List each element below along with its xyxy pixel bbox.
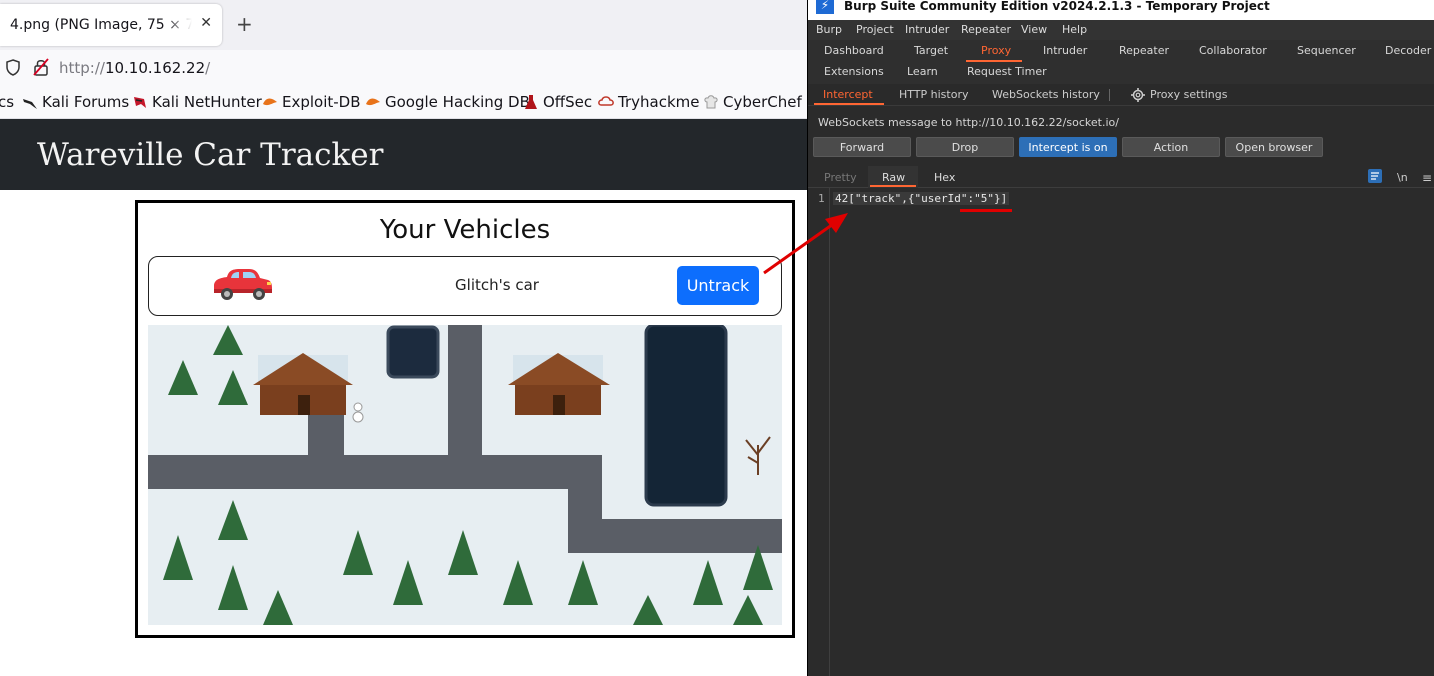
bookmark-label: Exploit-DB [282, 93, 361, 111]
editor-menu-icon[interactable]: ≡ [1422, 171, 1432, 185]
proxy-sub-tabs: Intercept HTTP history WebSockets histor… [808, 84, 1434, 106]
bookmark-tryhackme[interactable]: Tryhackme [598, 93, 699, 111]
bookmark-label: CyberChef [723, 93, 802, 111]
burp-title-bar: ⚡ Burp Suite Community Edition v2024.2.1… [808, 0, 1434, 20]
tab-proxy[interactable]: Proxy [981, 44, 1011, 57]
line-number: 1 [818, 192, 825, 205]
bookmark-label: cs [0, 93, 15, 111]
subtab-proxy-settings[interactable]: Proxy settings [1150, 88, 1228, 101]
ghdb-icon [366, 98, 380, 106]
offsec-icon [525, 95, 537, 109]
editor-tab-raw[interactable]: Raw [882, 171, 905, 184]
websocket-payload[interactable]: 42["track",{"userId":"5"}] [833, 192, 1010, 205]
intercept-underline [814, 103, 884, 105]
menu-burp[interactable]: Burp [816, 23, 842, 36]
vehicle-row: Glitch's car Untrack [148, 256, 782, 316]
url-host: 10.10.162.22 [104, 59, 206, 77]
burp-menu-bar: Burp Project Intruder Repeater View Help [808, 20, 1434, 40]
menu-repeater[interactable]: Repeater [961, 23, 1011, 36]
burp-main-tabs: Dashboard Target Proxy Intruder Repeater… [808, 40, 1434, 84]
new-tab-button[interactable]: + [236, 12, 253, 36]
bookmark-kali-forums[interactable]: Kali Forums [22, 93, 129, 111]
shield-icon[interactable] [6, 59, 20, 76]
tab-collaborator[interactable]: Collaborator [1199, 44, 1267, 57]
burp-window-title: Burp Suite Community Edition v2024.2.1.3… [844, 0, 1270, 13]
forward-button[interactable]: Forward [813, 137, 911, 157]
tab-learn[interactable]: Learn [907, 65, 938, 78]
bookmark-label: Kali NetHunter [152, 93, 262, 111]
tab-dashboard[interactable]: Dashboard [824, 44, 884, 57]
show-newlines-icon[interactable]: \n [1397, 171, 1408, 184]
open-browser-button[interactable]: Open browser [1225, 137, 1323, 157]
screenshot-root: 4.png (PNG Image, 75 × 75 pixels) ✕ + ht… [0, 0, 1434, 676]
bookmark-label: Kali Forums [42, 93, 130, 111]
address-bar[interactable]: http://10.10.162.22/ [0, 50, 808, 86]
subtab-separator [1109, 89, 1110, 101]
cyberchef-icon [704, 95, 718, 109]
vehicles-heading: Your Vehicles [379, 215, 551, 245]
bookmark-label: Tryhackme [618, 93, 700, 111]
menu-project[interactable]: Project [856, 23, 894, 36]
insecure-lock-icon[interactable] [33, 58, 49, 76]
tab-strip: 4.png (PNG Image, 75 × 75 pixels) ✕ + [0, 0, 808, 50]
app-title: Wareville Car Tracker [37, 137, 384, 173]
tab-sequencer[interactable]: Sequencer [1297, 44, 1356, 57]
bookmarks-toolbar: cs Kali Forums Kali NetHunter Exploit-DB… [0, 86, 808, 119]
userid-highlight-underline [960, 209, 1012, 212]
burp-logo-icon: ⚡ [816, 0, 834, 14]
bookmark-offsec[interactable]: OffSec [523, 93, 592, 111]
tab-png-image[interactable]: 4.png (PNG Image, 75 × 75 pixels) ✕ [0, 4, 222, 46]
bookmark-cyberchef[interactable]: CyberChef [703, 93, 802, 111]
subtab-http-history[interactable]: HTTP history [899, 88, 968, 101]
bookmark-exploit-db[interactable]: Exploit-DB [262, 93, 361, 111]
burp-suite-window: ⚡ Burp Suite Community Edition v2024.2.1… [807, 0, 1434, 676]
snowy-village-map [148, 325, 782, 625]
kali-nethunter-icon [134, 97, 146, 108]
gear-icon[interactable] [1131, 88, 1145, 102]
tryhackme-icon [598, 96, 614, 106]
tab-request-timer[interactable]: Request Timer [967, 65, 1047, 78]
word-wrap-icon[interactable] [1368, 169, 1382, 183]
message-editor-tabs: Pretty Raw Hex \n ≡ [808, 166, 1434, 188]
websocket-message-target: WebSockets message to http://10.10.162.2… [818, 116, 1119, 129]
tab-target[interactable]: Target [914, 44, 948, 57]
vehicles-panel: Your Vehicles Glitch's car Untrack [135, 200, 795, 638]
bookmark-partial[interactable]: cs [0, 93, 14, 111]
bookmark-kali-nethunter[interactable]: Kali NetHunter [132, 93, 262, 111]
line-number-gutter [808, 188, 830, 676]
message-editor[interactable] [830, 188, 1434, 676]
bookmark-google-hacking-db[interactable]: Google Hacking DB [365, 93, 530, 111]
drop-button[interactable]: Drop [916, 137, 1014, 157]
kali-forums-icon [23, 99, 37, 109]
intercept-toggle-button[interactable]: Intercept is on [1019, 137, 1117, 157]
proxy-tab-underline [966, 60, 1022, 62]
editor-tab-hex[interactable]: Hex [934, 171, 955, 184]
menu-view[interactable]: View [1021, 23, 1047, 36]
subtab-intercept[interactable]: Intercept [823, 88, 873, 101]
url-path: / [205, 59, 211, 77]
untrack-button[interactable]: Untrack [677, 266, 759, 305]
tab-intruder[interactable]: Intruder [1043, 44, 1087, 57]
url-scheme: http:// [59, 59, 105, 77]
editor-tab-pretty[interactable]: Pretty [824, 171, 857, 184]
menu-intruder[interactable]: Intruder [905, 23, 949, 36]
action-button[interactable]: Action [1122, 137, 1220, 157]
tab-title: 4.png (PNG Image, 75 × 75 pixels) [10, 17, 192, 33]
subtab-websockets-history[interactable]: WebSockets history [992, 88, 1100, 101]
url-text[interactable]: http://10.10.162.22/ [59, 59, 210, 77]
tab-decoder[interactable]: Decoder [1385, 44, 1431, 57]
close-tab-icon[interactable]: ✕ [200, 15, 212, 31]
raw-tab-underline [870, 185, 916, 187]
exploit-db-icon [263, 98, 277, 106]
firefox-window: 4.png (PNG Image, 75 × 75 pixels) ✕ + ht… [0, 0, 808, 676]
bookmark-label: OffSec [543, 93, 593, 111]
tab-extensions[interactable]: Extensions [824, 65, 884, 78]
app-header: Wareville Car Tracker [0, 119, 808, 190]
bookmark-label: Google Hacking DB [385, 93, 530, 111]
tab-repeater[interactable]: Repeater [1119, 44, 1169, 57]
menu-help[interactable]: Help [1062, 23, 1087, 36]
